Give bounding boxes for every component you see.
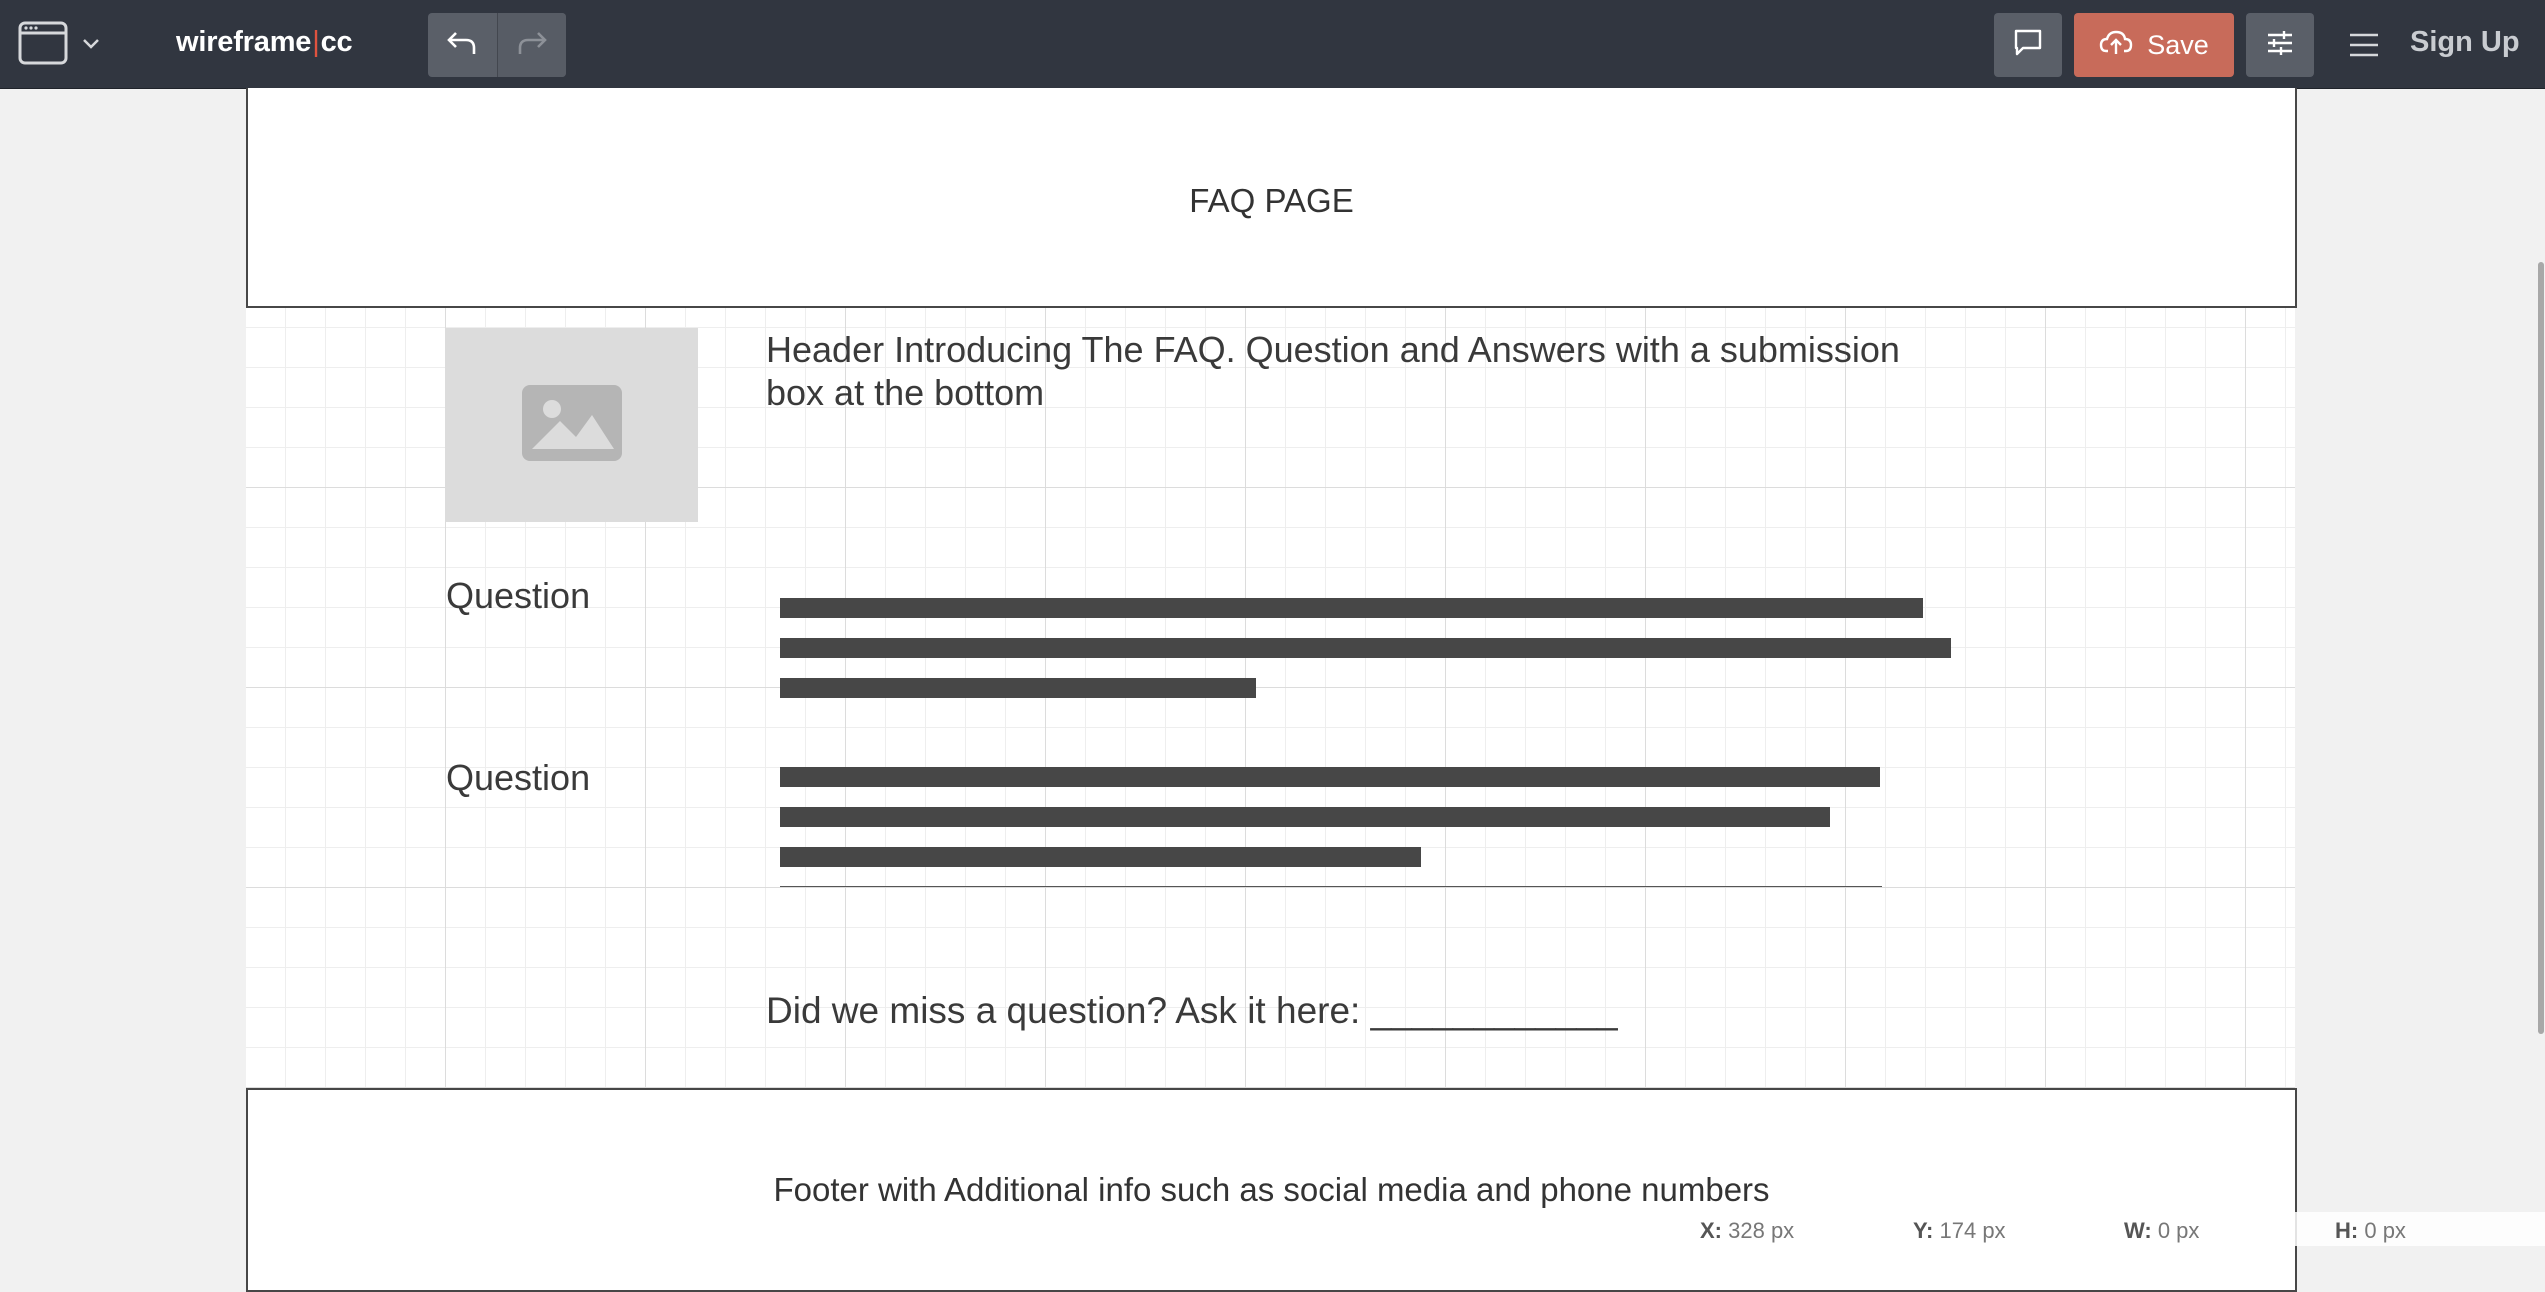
sliders-icon: [2265, 28, 2295, 63]
y-readout: Y: 174 px: [1913, 1218, 2006, 1243]
answer-text-line[interactable]: [780, 847, 1421, 867]
undo-redo-group: [428, 13, 566, 77]
wireframe-header-box[interactable]: FAQ PAGE: [246, 88, 2297, 308]
w-readout: W: 0 px: [2124, 1218, 2200, 1243]
brand-suffix: cc: [320, 26, 353, 58]
wireframe-footer-box[interactable]: Footer with Additional info such as soci…: [246, 1088, 2297, 1292]
save-label: Save: [2147, 29, 2209, 60]
answer-text-line[interactable]: [780, 598, 1923, 618]
answer-text-line[interactable]: [780, 638, 1951, 658]
question-label-2[interactable]: Question: [446, 757, 590, 799]
brand-separator: |: [312, 26, 320, 58]
cloud-upload-icon: [2099, 29, 2133, 62]
ask-question-prompt[interactable]: Did we miss a question? Ask it here: ___…: [766, 990, 1618, 1032]
image-placeholder[interactable]: [446, 328, 698, 522]
footer-text: Footer with Additional info such as soci…: [773, 1171, 1770, 1208]
sign-up-link[interactable]: Sign Up: [2410, 26, 2520, 59]
top-toolbar: wireframe|cc Save Sign Up: [0, 0, 2545, 89]
question-label-1[interactable]: Question: [446, 575, 590, 617]
comment-button[interactable]: [1994, 13, 2062, 77]
coordinates-readout: X: 328 px Y: 174 px W: 0 px H: 0 px: [1640, 1212, 2545, 1246]
hamburger-menu-icon[interactable]: [2346, 29, 2382, 61]
browser-window-icon[interactable]: [18, 20, 68, 66]
section-divider[interactable]: [780, 886, 1882, 887]
redo-icon: [516, 30, 548, 61]
undo-icon: [446, 30, 478, 61]
app-logo: wireframe|cc: [176, 26, 353, 59]
brand-name: wireframe: [176, 26, 312, 58]
x-readout: X: 328 px: [1700, 1218, 1795, 1243]
vertical-scrollbar[interactable]: [2538, 262, 2544, 1034]
answer-text-line[interactable]: [780, 767, 1880, 787]
chevron-down-icon[interactable]: [80, 36, 102, 52]
settings-button[interactable]: [2246, 13, 2314, 77]
save-button[interactable]: Save: [2074, 13, 2234, 77]
undo-button[interactable]: [428, 13, 497, 77]
answer-text-line[interactable]: [780, 678, 1256, 698]
h-readout: H: 0 px: [2335, 1218, 2406, 1243]
answer-text-line[interactable]: [780, 807, 1830, 827]
image-icon: [522, 384, 622, 466]
redo-button[interactable]: [496, 13, 566, 77]
header-title: FAQ PAGE: [1189, 182, 1354, 219]
comment-icon: [2013, 28, 2043, 63]
faq-intro-text[interactable]: Header Introducing The FAQ. Question and…: [766, 328, 1966, 414]
